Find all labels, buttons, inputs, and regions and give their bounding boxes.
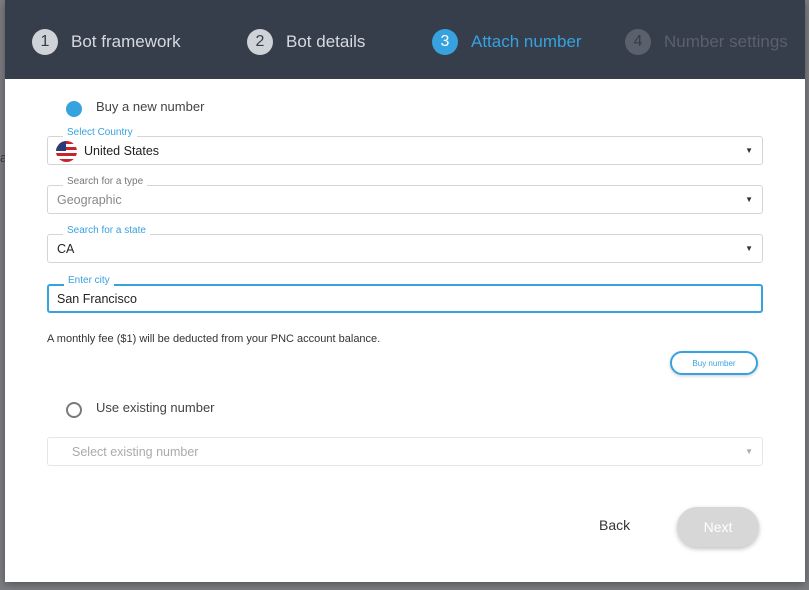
step-bot-details[interactable]: 2 Bot details — [247, 28, 365, 56]
step-number: 2 — [247, 29, 273, 55]
chevron-down-icon: ▼ — [745, 447, 753, 456]
wizard-stepper: 1 Bot framework 2 Bot details 3 Attach n… — [5, 0, 805, 79]
city-input[interactable]: Enter city San Francisco — [47, 275, 763, 313]
next-button[interactable]: Next — [677, 507, 759, 547]
country-select-label: Select Country — [63, 127, 137, 139]
back-button[interactable]: Back — [599, 517, 630, 533]
chevron-down-icon: ▼ — [745, 244, 753, 253]
step-number-settings: 4 Number settings — [625, 28, 788, 56]
type-select-label: Search for a type — [63, 176, 148, 188]
existing-number-select[interactable]: Select existing number ▼ — [47, 437, 763, 466]
state-select[interactable]: Search for a state CA ▼ — [47, 225, 763, 263]
monthly-fee-note: A monthly fee ($1) will be deducted from… — [47, 333, 381, 345]
use-existing-number-radio[interactable] — [66, 402, 82, 418]
state-select-label: Search for a state — [63, 225, 150, 237]
attach-number-modal: 1 Bot framework 2 Bot details 3 Attach n… — [5, 0, 805, 582]
step-label: Bot framework — [71, 32, 181, 51]
step-bot-framework[interactable]: 1 Bot framework — [32, 28, 181, 56]
buy-new-number-label: Buy a new number — [96, 99, 205, 114]
step-label: Number settings — [664, 32, 788, 51]
step-number: 3 — [432, 29, 458, 55]
country-select[interactable]: Select Country United States ▼ — [47, 127, 763, 165]
step-number: 4 — [625, 29, 651, 55]
city-input-value: San Francisco — [57, 292, 137, 306]
chevron-down-icon: ▼ — [745, 146, 753, 155]
city-input-label: Enter city — [64, 275, 114, 287]
use-existing-number-label: Use existing number — [96, 400, 215, 415]
chevron-down-icon: ▼ — [745, 195, 753, 204]
step-attach-number[interactable]: 3 Attach number — [432, 28, 582, 56]
type-select-value: Geographic — [57, 193, 122, 207]
us-flag-icon — [56, 141, 77, 162]
buy-number-button[interactable]: Buy number — [670, 351, 758, 375]
step-label: Attach number — [471, 32, 582, 51]
state-select-value: CA — [57, 242, 75, 256]
existing-number-placeholder: Select existing number — [72, 445, 199, 459]
step-number: 1 — [32, 29, 58, 55]
step-label: Bot details — [286, 32, 366, 51]
country-select-value: United States — [84, 144, 160, 158]
type-select[interactable]: Search for a type Geographic ▼ — [47, 176, 763, 214]
buy-new-number-radio[interactable] — [66, 101, 82, 117]
